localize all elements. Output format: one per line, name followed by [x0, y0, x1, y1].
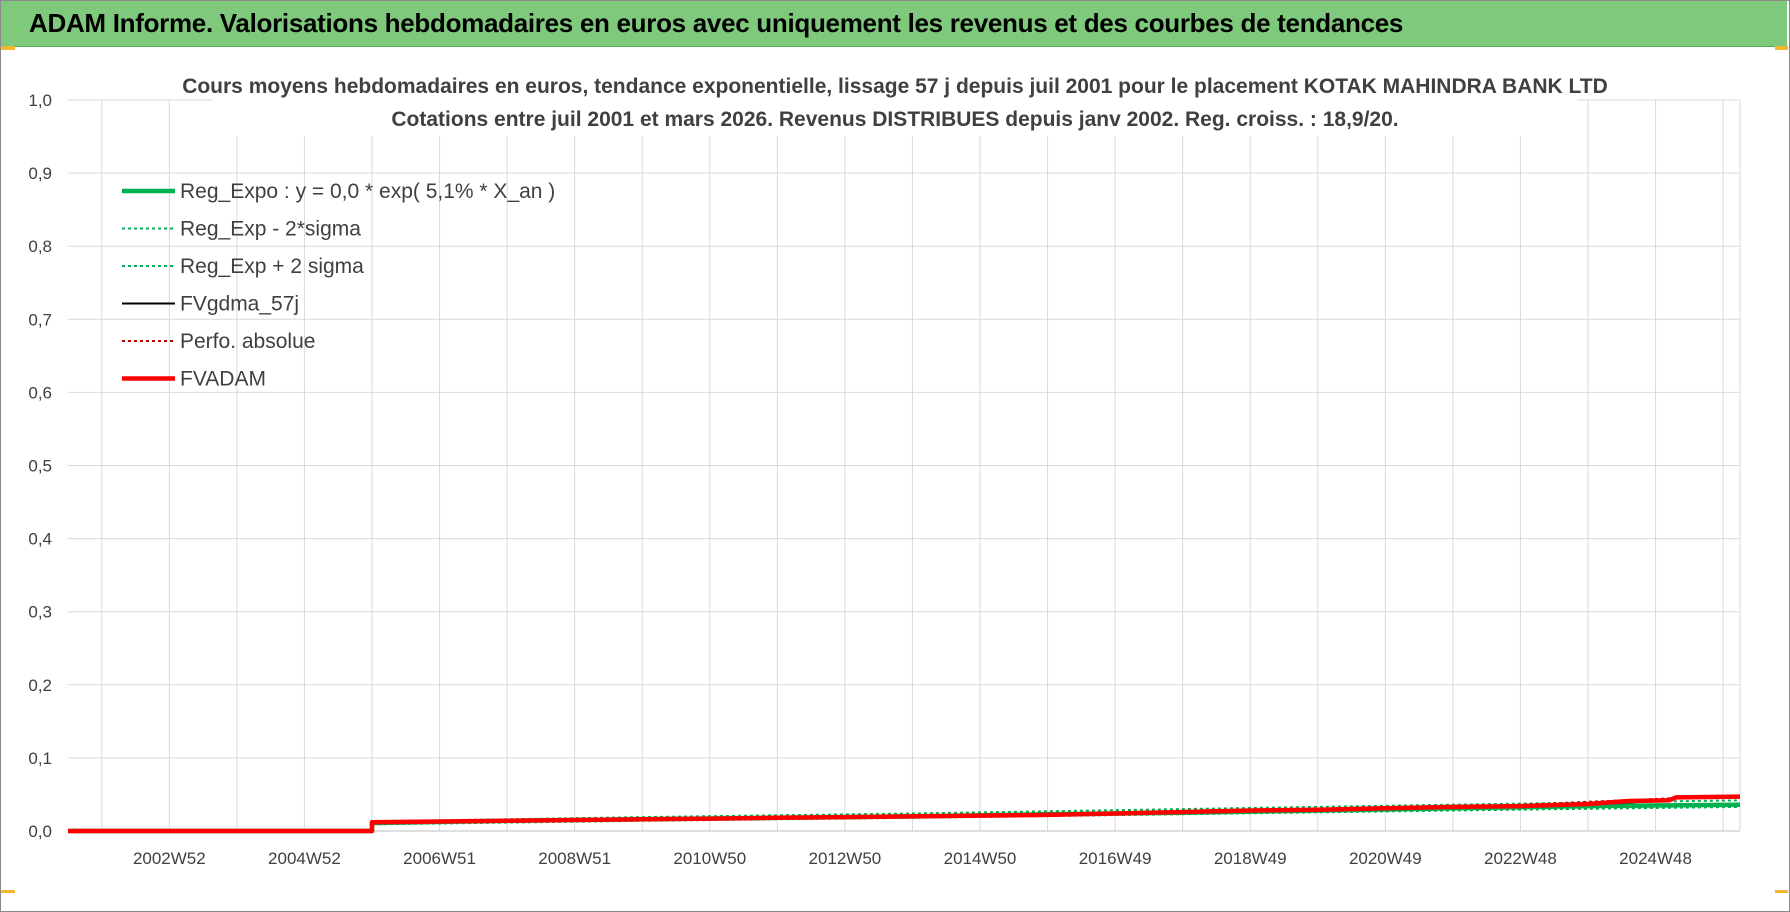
legend: Reg_Expo : y = 0,0 * exp( 5,1% * X_an ) R…: [122, 180, 555, 391]
x-tick-label: 2024W48: [1619, 849, 1692, 868]
x-tick-label: 2016W49: [1079, 849, 1152, 868]
x-tick-label: 2012W50: [808, 849, 881, 868]
series-line-4: [68, 796, 1741, 832]
chart-title-line-1: Cours moyens hebdomadaires en euros, ten…: [182, 75, 1608, 98]
x-axis-ticks: 2002W52 2004W52 2006W51 2008W51 2010W50 2012W…: [133, 849, 1692, 868]
x-tick-label: 2022W48: [1484, 849, 1557, 868]
x-tick-label: 2020W49: [1349, 849, 1422, 868]
y-tick-label: 0,8: [28, 237, 52, 256]
x-tick-label: 2018W49: [1214, 849, 1287, 868]
legend-label-1: Reg_Expo : y = 0,0 * exp( 5,1% * X_an ): [180, 180, 555, 203]
y-tick-label: 0,2: [28, 676, 52, 695]
gridlines: [68, 99, 1741, 832]
legend-label-3: Reg_Exp + 2 sigma: [180, 255, 364, 278]
y-tick-label: 0,5: [28, 457, 52, 476]
chart-title-line-2: Cotations entre juil 2001 et mars 2026. …: [391, 108, 1398, 131]
legend-label-5: Perfo. absolue: [180, 330, 315, 353]
y-axis-ticks: 0,0 0,1 0,2 0,3 0,4 0,5 0,6 0,7 0,8 0,9 1,0: [28, 91, 52, 841]
x-tick-label: 2006W51: [403, 849, 476, 868]
y-tick-label: 0,0: [28, 822, 52, 841]
y-tick-label: 0,3: [28, 603, 52, 622]
x-tick-label: 2002W52: [133, 849, 206, 868]
x-tick-label: 2010W50: [673, 849, 746, 868]
legend-label-4: FVgdma_57j: [180, 293, 299, 316]
y-tick-label: 0,7: [28, 310, 52, 329]
y-tick-label: 1,0: [28, 91, 52, 110]
x-tick-label: 2014W50: [944, 849, 1017, 868]
legend-label-6: FVADAM: [180, 368, 266, 391]
series-line-6: [68, 794, 1741, 834]
series-lines: [68, 794, 1741, 834]
x-tick-label: 2004W52: [268, 849, 341, 868]
y-tick-label: 0,4: [28, 530, 52, 549]
chart-area: 0,0 0,1 0,2 0,3 0,4 0,5 0,6 0,7 0,8 0,9 1,0 2002W5…: [28, 66, 1741, 868]
y-tick-label: 0,1: [28, 749, 52, 768]
y-tick-label: 0,9: [28, 164, 52, 183]
y-tick-label: 0,6: [28, 383, 52, 402]
series-line-5: [68, 796, 1741, 832]
legend-label-2: Reg_Exp - 2*sigma: [180, 218, 361, 241]
x-tick-label: 2008W51: [538, 849, 611, 868]
